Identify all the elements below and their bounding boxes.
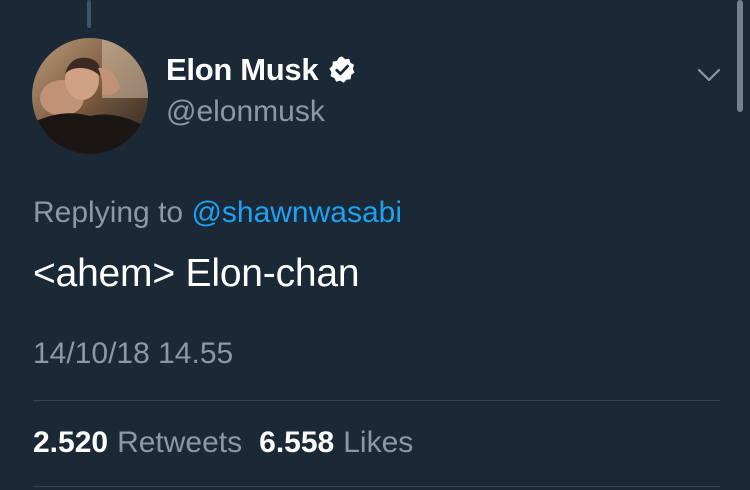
divider — [33, 486, 720, 487]
avatar-image — [32, 38, 148, 154]
tweet-timestamp: 14/10/18 14.55 — [33, 337, 234, 370]
replying-to-prefix: Replying to — [33, 196, 184, 229]
replying-to-line: Replying to @shawnwasabi — [33, 196, 402, 230]
retweets-count: 2.520 — [33, 426, 109, 459]
avatar[interactable] — [32, 38, 148, 154]
thread-connector-line — [87, 0, 91, 28]
tweet-text: <ahem> Elon-chan — [33, 252, 360, 295]
chevron-down-icon[interactable] — [696, 66, 722, 84]
author-name-row[interactable]: Elon Musk — [166, 52, 357, 88]
likes-label: Likes — [343, 426, 414, 459]
divider — [33, 400, 720, 401]
retweets-label: Retweets — [117, 426, 243, 459]
likes-stat[interactable]: 6.558 Likes — [259, 426, 413, 460]
replying-to-mention-link[interactable]: @shawnwasabi — [191, 196, 402, 229]
likes-count: 6.558 — [259, 426, 335, 459]
tweet-stats: 2.520 Retweets 6.558 Likes — [33, 426, 413, 460]
tweet-detail-screen: Elon Musk @elonmusk Replying to @shawnwa… — [0, 0, 750, 490]
verified-badge-icon — [329, 56, 355, 83]
author-handle[interactable]: @elonmusk — [166, 95, 325, 129]
author-display-name[interactable]: Elon Musk — [166, 52, 319, 88]
retweets-stat[interactable]: 2.520 Retweets — [33, 426, 242, 460]
scrollbar[interactable] — [737, 0, 743, 112]
